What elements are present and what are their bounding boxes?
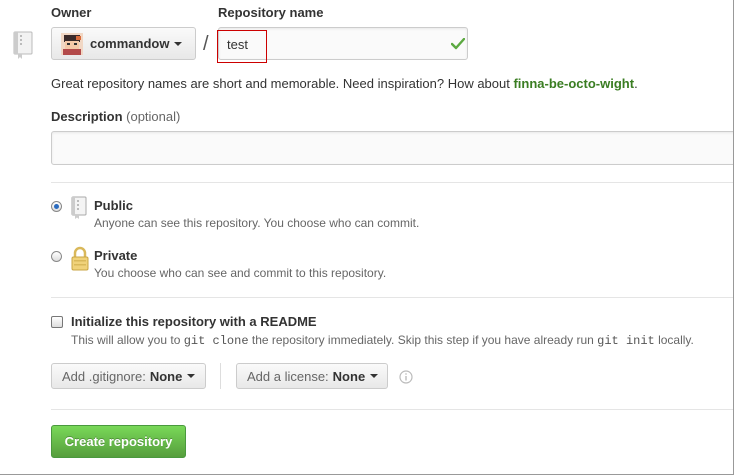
owner-label: Owner: [51, 5, 92, 20]
repo-name-value: test: [227, 37, 248, 52]
repo-name-label: Repository name: [218, 5, 324, 20]
new-repository-form: Owner commandow / Repository name test G…: [0, 0, 734, 475]
readme-description: This will allow you to git clone the rep…: [71, 333, 694, 348]
public-radio[interactable]: [51, 201, 62, 212]
hint-text: Great repository names are short and mem…: [51, 76, 514, 91]
git-init-code: git init: [597, 334, 655, 348]
public-description: Anyone can see this repository. You choo…: [94, 216, 420, 230]
private-description: You choose who can see and commit to thi…: [94, 266, 387, 280]
divider: [51, 182, 733, 183]
info-icon[interactable]: [399, 370, 413, 384]
divider: [51, 409, 733, 410]
chevron-down-icon: [174, 41, 183, 46]
readme-label: Initialize this repository with a README: [71, 314, 317, 329]
name-suggestion-link[interactable]: finna-be-octo-wight: [513, 76, 634, 91]
gitignore-label: Add .gitignore:: [62, 368, 146, 384]
description-label: Description: [51, 109, 123, 124]
check-icon: [451, 38, 465, 50]
lock-icon: [71, 246, 89, 271]
repo-name-input[interactable]: test: [217, 27, 468, 63]
hint-suffix: .: [634, 76, 638, 91]
owner-value: commandow: [90, 36, 170, 51]
description-optional: (optional): [126, 109, 181, 124]
create-repository-button[interactable]: Create repository: [51, 425, 186, 458]
chevron-down-icon: [370, 374, 379, 378]
readme-desc-part: locally.: [654, 333, 694, 347]
description-input[interactable]: [51, 131, 733, 165]
readme-desc-part: the repository immediately. Skip this st…: [248, 333, 598, 347]
select-separator: [220, 363, 221, 389]
gitignore-select[interactable]: Add .gitignore: None: [51, 363, 206, 389]
owner-select[interactable]: commandow: [51, 27, 196, 60]
license-select[interactable]: Add a license: None: [236, 363, 388, 389]
owner-avatar: [61, 32, 83, 55]
readme-desc-part: This will allow you to: [71, 333, 184, 347]
description-label-row: Description (optional): [51, 109, 180, 124]
owner-repo-separator: /: [203, 33, 209, 55]
public-repo-icon: [71, 196, 87, 219]
private-label: Private: [94, 248, 138, 263]
divider: [51, 297, 733, 298]
readme-checkbox[interactable]: [51, 316, 63, 328]
chevron-down-icon: [187, 374, 196, 378]
public-label: Public: [94, 198, 134, 213]
gitignore-value: None: [149, 368, 183, 384]
git-clone-code: git clone: [183, 334, 249, 348]
repo-name-hint: Great repository names are short and mem…: [51, 76, 638, 91]
license-value: None: [332, 368, 366, 384]
license-label: Add a license:: [247, 368, 329, 384]
repo-book-icon: [13, 31, 33, 59]
private-radio[interactable]: [51, 251, 62, 262]
